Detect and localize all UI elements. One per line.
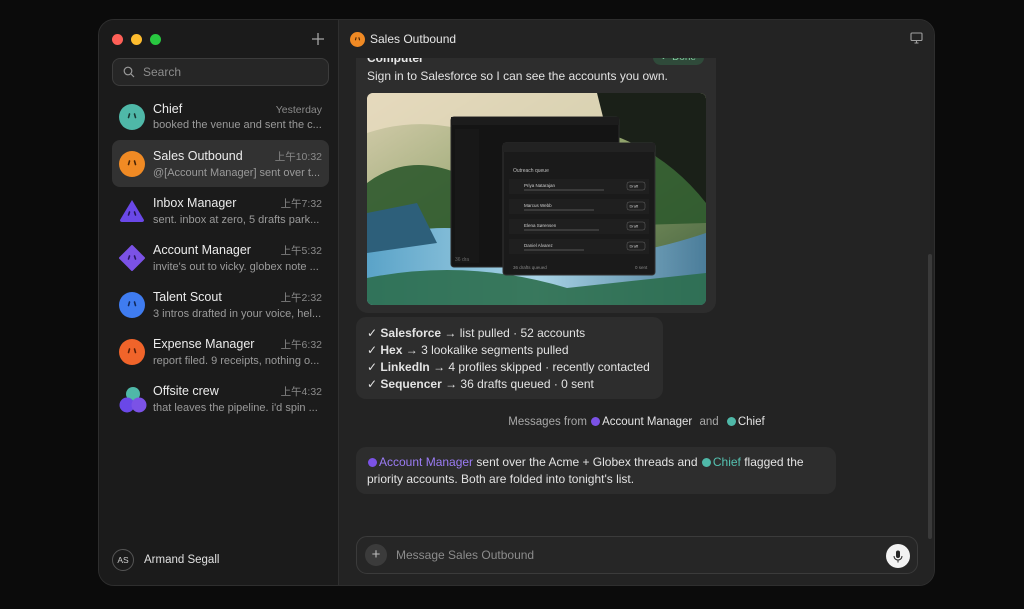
account-manager-dot-icon xyxy=(591,417,601,426)
conversation-name: Offsite crew xyxy=(153,383,219,398)
sales-outbound-avatar-icon xyxy=(350,31,365,47)
conversation-time: 上午10:32 xyxy=(274,150,322,163)
conversation-time: 上午7:32 xyxy=(280,197,322,210)
group-avatar-icon xyxy=(119,386,147,412)
minimize-window-button[interactable] xyxy=(131,34,142,45)
sidebar: Chief Yesterday booked the venue and sent… xyxy=(99,20,339,585)
queue-row: Priya Natarajan Draft xyxy=(509,179,649,194)
back-window-footer: 36 dra xyxy=(455,257,469,263)
expense-manager-avatar-icon xyxy=(119,338,145,365)
message-composer: + xyxy=(356,536,918,574)
conversation-preview: 3 intros drafted in your voice, hel... xyxy=(153,307,322,320)
close-window-button[interactable] xyxy=(112,34,123,45)
queue-row: Daniel Alvarez Draft xyxy=(509,239,649,254)
attach-button[interactable]: + xyxy=(365,544,387,566)
tool-results: ✓ Salesforce → list pulled · 52 accounts… xyxy=(356,317,663,399)
tool-result-row: ✓ LinkedIn → 4 profiles skipped · recent… xyxy=(367,360,650,374)
svg-text:Draft: Draft xyxy=(630,224,640,229)
chat-scrollbar[interactable] xyxy=(928,254,932,539)
panel-title: Outreach queue xyxy=(513,168,549,174)
svg-text:Draft: Draft xyxy=(630,204,640,209)
svg-text:Priya Natarajan: Priya Natarajan xyxy=(524,183,556,188)
conversation-preview: @[Account Manager] sent over t... xyxy=(153,166,321,179)
panel-footer-right: 0 sent xyxy=(635,265,648,270)
search-icon xyxy=(123,66,135,78)
followup-message: Account Manager sent over the Acme + Glo… xyxy=(356,447,836,494)
conversation-name: Talent Scout xyxy=(153,289,222,304)
chief-dot-icon xyxy=(701,458,711,467)
chief-avatar-icon xyxy=(119,103,145,130)
screen-share-button[interactable] xyxy=(910,31,923,49)
conversation-preview: sent. inbox at zero, 5 drafts park... xyxy=(153,213,320,226)
message-text: Sign in to Salesforce so I can see the a… xyxy=(367,69,668,83)
conversation-item-expense-manager[interactable]: Expense Manager 上午6:32 report filed. 9 re… xyxy=(112,328,329,375)
conversation-item-inbox-manager[interactable]: Inbox Manager 上午7:32 sent. inbox at zero,… xyxy=(112,187,329,234)
svg-text:Draft: Draft xyxy=(630,184,640,189)
conversation-item-account-manager[interactable]: Account Manager 上午5:32 invite's out to vi… xyxy=(112,234,329,281)
account-manager-dot-icon xyxy=(368,458,377,467)
chief-dot-icon xyxy=(726,417,736,426)
svg-text:Daniel Alvarez: Daniel Alvarez xyxy=(524,243,554,248)
search-box[interactable] xyxy=(112,58,329,86)
conversation-time: Yesterday xyxy=(275,104,322,116)
conversation-time: 上午2:32 xyxy=(280,291,322,304)
computer-message: Computer ✓ Done Sign in to Salesforce so… xyxy=(356,40,716,313)
app-window: Chief Yesterday booked the venue and sent… xyxy=(98,19,935,586)
plus-icon xyxy=(312,33,324,45)
conversation-item-chief[interactable]: Chief Yesterday booked the venue and sent… xyxy=(112,93,329,140)
conversation-time: 上午6:32 xyxy=(280,338,322,351)
svg-text:Elena Sørensen: Elena Sørensen xyxy=(524,223,557,228)
talent-scout-avatar-icon xyxy=(119,291,145,318)
conversation-list: Chief Yesterday booked the venue and sent… xyxy=(112,93,329,422)
mention-chief[interactable]: Chief xyxy=(713,455,741,469)
conversation-preview: report filed. 9 receipts, nothing o... xyxy=(153,354,320,367)
conversation-preview: booked the venue and sent the c... xyxy=(153,119,322,131)
window-controls xyxy=(112,34,161,45)
sales-outbound-avatar-icon xyxy=(119,150,145,177)
mention-account-manager[interactable]: Account Manager xyxy=(379,455,473,469)
microphone-icon xyxy=(893,550,903,562)
queue-row: Marcus Webb Draft xyxy=(509,199,649,214)
conversation-item-offsite-crew[interactable]: Offsite crew 上午4:32 that leaves the pipel… xyxy=(112,375,329,422)
screenshot-image[interactable]: 36 dra Outreach queue Priya Natarajan Dr… xyxy=(367,93,706,305)
conversation-preview: that leaves the pipeline. i'd spin ... xyxy=(153,401,318,414)
conversation-time: 上午4:32 xyxy=(280,385,322,398)
svg-text:Draft: Draft xyxy=(630,244,640,249)
conversation-name: Chief xyxy=(153,102,183,116)
svg-text:Marcus Webb: Marcus Webb xyxy=(524,203,552,208)
chat-title: Sales Outbound xyxy=(370,32,457,46)
tool-result-row: ✓ Hex → 3 lookalike segments pulled xyxy=(367,343,569,357)
conversation-time: 上午5:32 xyxy=(280,244,322,257)
search-input[interactable] xyxy=(143,65,313,79)
message-input[interactable] xyxy=(396,548,866,562)
conversation-name: Sales Outbound xyxy=(153,148,243,163)
chat-area: Sales Outbound Computer ✓ Done Sign in t… xyxy=(339,20,934,585)
chat-header: Sales Outbound xyxy=(339,20,934,58)
tool-result-row: ✓ Sequencer → 36 drafts queued · 0 sent xyxy=(367,377,594,391)
tool-result-row: ✓ Salesforce → list pulled · 52 accounts xyxy=(367,326,586,340)
conversation-name: Expense Manager xyxy=(153,336,255,351)
conversation-item-sales-outbound[interactable]: Sales Outbound 上午10:32 @[Account Manager]… xyxy=(112,140,329,187)
panel-footer-left: 36 drafts queued xyxy=(513,265,547,270)
maximize-window-button[interactable] xyxy=(150,34,161,45)
queue-row: Elena Sørensen Draft xyxy=(509,219,649,234)
handoff-divider: Messages from Account Manager and Chief xyxy=(508,416,765,428)
voice-input-button[interactable] xyxy=(886,544,910,568)
user-name: Armand Segall xyxy=(144,554,220,566)
conversation-name: Account Manager xyxy=(153,242,251,257)
user-avatar: AS xyxy=(112,549,134,571)
account-manager-avatar-icon xyxy=(119,244,145,271)
monitor-icon xyxy=(910,32,923,44)
inbox-manager-avatar-icon xyxy=(119,198,145,224)
new-conversation-button[interactable] xyxy=(308,29,328,49)
conversation-name: Inbox Manager xyxy=(153,195,237,210)
conversation-preview: invite's out to vicky. globex note ... xyxy=(153,260,319,273)
conversation-item-talent-scout[interactable]: Talent Scout 上午2:32 3 intros drafted in y… xyxy=(112,281,329,328)
current-user[interactable]: AS Armand Segall xyxy=(112,549,219,571)
